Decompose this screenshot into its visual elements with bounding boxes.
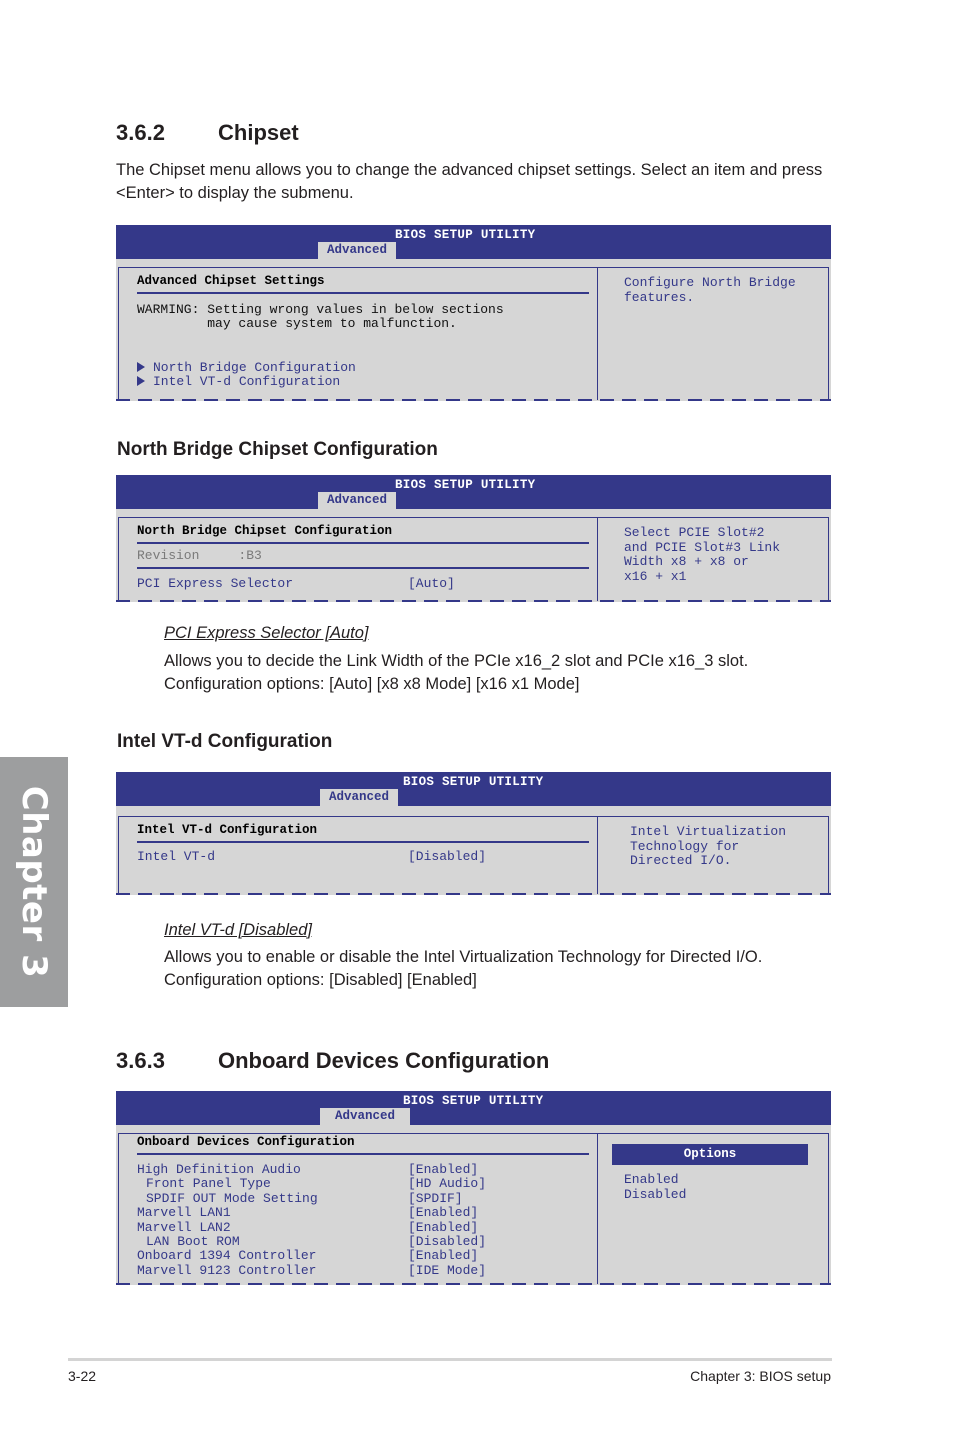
bios-header: Advanced BIOS SETUP UTILITY bbox=[116, 225, 831, 259]
bios-panel-heading: Intel VT-d Configuration bbox=[137, 823, 318, 837]
bios-title: BIOS SETUP UTILITY bbox=[395, 228, 536, 242]
onboard-item-label[interactable]: Marvell LAN1 bbox=[137, 1205, 231, 1220]
item-title-pci-express-selector: PCI Express Selector [Auto] bbox=[164, 624, 369, 642]
panel-divider bbox=[597, 268, 598, 400]
submenu-intel-vtd[interactable]: Intel VT-d Configuration bbox=[137, 374, 340, 389]
heading-divider bbox=[137, 1153, 589, 1155]
submenu-north-bridge[interactable]: North Bridge Configuration bbox=[137, 360, 356, 375]
bios-body: North Bridge Chipset Configuration Revis… bbox=[118, 517, 829, 601]
panel-divider bbox=[597, 1134, 598, 1284]
bios-bottom-dashed-border bbox=[116, 600, 831, 602]
bios-main-panel: North Bridge Chipset Configuration Revis… bbox=[119, 518, 597, 601]
onboard-item-value[interactable]: [IDE Mode] bbox=[408, 1263, 486, 1278]
onboard-item-value[interactable]: [Enabled] bbox=[408, 1248, 478, 1263]
section-title: Chipset bbox=[218, 120, 299, 145]
onboard-item-label[interactable]: Marvell 9123 Controller bbox=[137, 1263, 316, 1278]
footer-page-number: 3-22 bbox=[68, 1368, 97, 1384]
onboard-item-value[interactable]: [Enabled] bbox=[408, 1205, 478, 1220]
heading-divider bbox=[137, 542, 589, 544]
bios-title: BIOS SETUP UTILITY bbox=[403, 1094, 544, 1108]
bios-tab-advanced[interactable]: Advanced bbox=[318, 492, 396, 509]
bios-panel-heading: Onboard Devices Configuration bbox=[137, 1135, 355, 1149]
bios-main-panel: Onboard Devices Configuration High Defin… bbox=[119, 1134, 597, 1284]
bios-screen-chipset: Advanced BIOS SETUP UTILITY Advanced Chi… bbox=[116, 225, 831, 401]
panel-divider bbox=[597, 518, 598, 601]
submenu-arrow-icon bbox=[137, 376, 145, 386]
item-options-pci-express-selector: Configuration options: [Auto] [x8 x8 Mod… bbox=[164, 675, 580, 693]
bios-bottom-dashed-border bbox=[116, 399, 831, 401]
section-number: 3.6.3 bbox=[116, 1048, 165, 1073]
section-heading-onboard-devices: 3.6.3 Onboard Devices Configuration bbox=[116, 1048, 549, 1074]
revision-divider bbox=[137, 567, 589, 569]
onboard-item-value[interactable]: [Disabled] bbox=[408, 1234, 486, 1249]
item-desc-intel-vtd: Allows you to enable or disable the Inte… bbox=[164, 948, 763, 966]
onboard-item-label[interactable]: High Definition Audio bbox=[137, 1162, 301, 1177]
bios-main-panel: Advanced Chipset Settings WARMING: Setti… bbox=[119, 268, 597, 400]
section-number: 3.6.2 bbox=[116, 120, 165, 145]
chapter-side-tab: Chapter 3 bbox=[0, 757, 68, 1007]
onboard-item-value[interactable]: [HD Audio] bbox=[408, 1176, 486, 1191]
chipset-intro-text: The Chipset menu allows you to change th… bbox=[116, 161, 823, 202]
bios-help-text: Select PCIE Slot#2 and PCIE Slot#3 Link … bbox=[624, 525, 781, 584]
intel-vtd-label[interactable]: Intel VT-d bbox=[137, 849, 215, 864]
bios-screen-onboard-devices: Advanced BIOS SETUP UTILITY Onboard Devi… bbox=[116, 1091, 831, 1285]
bios-header: Advanced BIOS SETUP UTILITY bbox=[116, 772, 831, 806]
bios-screen-intel-vtd: Advanced BIOS SETUP UTILITY Intel VT-d C… bbox=[116, 772, 831, 895]
bios-body: Onboard Devices Configuration High Defin… bbox=[118, 1133, 829, 1284]
onboard-item-value[interactable]: [Enabled] bbox=[408, 1220, 478, 1235]
pci-express-selector-value[interactable]: [Auto] bbox=[408, 576, 455, 591]
bios-screen-north-bridge: Advanced BIOS SETUP UTILITY North Bridge… bbox=[116, 475, 831, 602]
panel-divider bbox=[597, 817, 598, 894]
bios-help-text: Configure North Bridge features. bbox=[624, 275, 796, 305]
bios-header: Advanced BIOS SETUP UTILITY bbox=[116, 475, 831, 509]
warning-line-2: may cause system to malfunction. bbox=[137, 316, 457, 331]
bios-panel-heading: North Bridge Chipset Configuration bbox=[137, 524, 393, 538]
onboard-item-label[interactable]: LAN Boot ROM bbox=[146, 1234, 240, 1249]
item-options-intel-vtd: Configuration options: [Disabled] [Enabl… bbox=[164, 971, 477, 989]
subheading-intel-vtd: Intel VT-d Configuration bbox=[117, 731, 333, 752]
options-header: Options bbox=[612, 1144, 808, 1165]
bios-body: Intel VT-d Configuration Intel VT-d [Dis… bbox=[118, 816, 829, 894]
onboard-item-label[interactable]: Onboard 1394 Controller bbox=[137, 1248, 316, 1263]
onboard-item-label[interactable]: Front Panel Type bbox=[146, 1176, 271, 1191]
footer-chapter-title: Chapter 3: BIOS setup bbox=[690, 1368, 831, 1384]
bios-main-panel: Intel VT-d Configuration Intel VT-d [Dis… bbox=[119, 817, 597, 894]
bios-header: Advanced BIOS SETUP UTILITY bbox=[116, 1091, 831, 1125]
revision-readout: Revision :B3 bbox=[137, 548, 262, 563]
subheading-north-bridge: North Bridge Chipset Configuration bbox=[117, 439, 438, 460]
submenu-arrow-icon bbox=[137, 362, 145, 372]
bios-tab-advanced[interactable]: Advanced bbox=[320, 1108, 410, 1125]
bios-tab-advanced[interactable]: Advanced bbox=[320, 789, 398, 806]
section-title: Onboard Devices Configuration bbox=[218, 1048, 550, 1073]
bios-title: BIOS SETUP UTILITY bbox=[395, 478, 536, 492]
bios-panel-heading: Advanced Chipset Settings bbox=[137, 274, 325, 288]
item-desc-pci-express-selector: Allows you to decide the Link Width of t… bbox=[164, 652, 749, 670]
onboard-item-label[interactable]: Marvell LAN2 bbox=[137, 1220, 231, 1235]
bios-title: BIOS SETUP UTILITY bbox=[403, 775, 544, 789]
intel-vtd-value[interactable]: [Disabled] bbox=[408, 849, 486, 864]
heading-divider bbox=[137, 841, 589, 843]
bios-help-text: Intel Virtualization Technology for Dire… bbox=[630, 824, 787, 868]
pci-express-selector-label[interactable]: PCI Express Selector bbox=[137, 576, 293, 591]
footer-rule bbox=[68, 1358, 832, 1361]
onboard-item-label[interactable]: SPDIF OUT Mode Setting bbox=[146, 1191, 318, 1206]
heading-divider bbox=[137, 292, 589, 294]
option-disabled[interactable]: Disabled bbox=[624, 1187, 686, 1202]
bios-tab-advanced[interactable]: Advanced bbox=[318, 242, 396, 259]
chapter-side-tab-label: Chapter 3 bbox=[14, 785, 54, 979]
item-title-intel-vtd: Intel VT-d [Disabled] bbox=[164, 921, 312, 939]
bios-bottom-dashed-border bbox=[116, 893, 831, 895]
option-enabled[interactable]: Enabled bbox=[624, 1172, 679, 1187]
bios-bottom-dashed-border bbox=[116, 1283, 831, 1285]
onboard-item-value[interactable]: [SPDIF] bbox=[408, 1191, 463, 1206]
bios-body: Advanced Chipset Settings WARMING: Setti… bbox=[118, 267, 829, 400]
section-heading-chipset: 3.6.2 Chipset bbox=[116, 120, 299, 146]
onboard-item-value[interactable]: [Enabled] bbox=[408, 1162, 478, 1177]
